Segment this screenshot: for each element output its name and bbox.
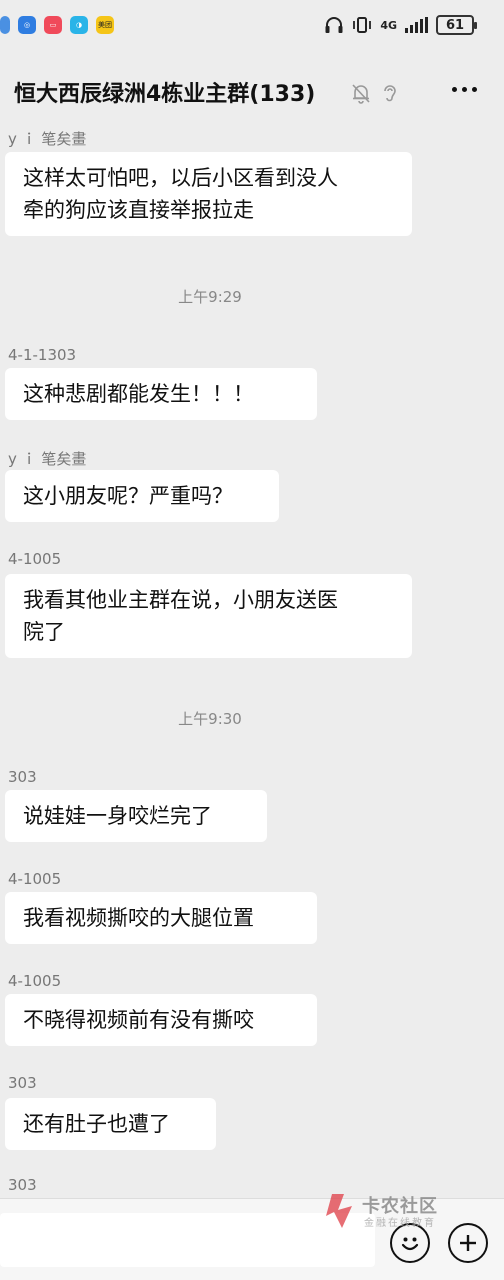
message-text-line: 这小朋友呢？严重吗？ [23,484,233,508]
battery-indicator: 61 [436,15,477,35]
message-sender: 303 [8,768,37,786]
message-bubble[interactable]: 说娃娃一身咬烂完了 [5,790,267,842]
meituan-notification-icon: 美团 [96,16,114,34]
message-text-line: 牵的狗应该直接举报拉走 [23,198,254,222]
message-sender: 4-1005 [8,550,62,568]
message-text-line: 说娃娃一身咬烂完了 [23,804,212,828]
message-bubble[interactable]: 我看其他业主群在说，小朋友送医 院了 [5,574,412,658]
message-sender: 4-1005 [8,870,62,888]
chat-title: 恒大西辰绿洲4栋业主群(133) [14,82,316,107]
watermark-tagline: 金融在线教育 [364,1218,436,1229]
app-notification-icon: ◑ [70,16,88,34]
message-sender: 4-1005 [8,972,62,990]
message-sender: 303 [8,1074,37,1092]
more-options-button[interactable] [448,74,480,104]
earpiece-mode-icon [384,85,396,102]
signal-icon [405,17,428,33]
plus-icon [460,1235,476,1251]
message-list[interactable]: y ｉ 笔矣畫 这样太可怕吧，以后小区看到没人 牵的狗应该直接举报拉走 上午9:… [0,122,504,1200]
message-bubble[interactable]: 我看视频撕咬的大腿位置 [5,892,317,944]
watermark: 卡农社区 金融在线教育 [322,1188,452,1232]
message-text-line: 不晓得视频前有没有撕咬 [23,1008,254,1032]
message-bubble[interactable]: 这种悲剧都能发生！！！ [5,368,317,420]
chat-header: 恒大西辰绿洲4栋业主群(133) [0,62,504,120]
message-sender: 4-1-1303 [8,346,77,364]
message-bubble[interactable]: 这样太可怕吧，以后小区看到没人 牵的狗应该直接举报拉走 [5,152,412,236]
message-text-line: 这样太可怕吧，以后小区看到没人 [23,166,338,190]
status-bar: ◎ ▭ ◑ 美团 4G 61 [0,0,504,56]
vibrate-icon [353,17,372,33]
app-notification-icon: ◎ [18,16,36,34]
message-bubble[interactable]: 还有肚子也遭了 [5,1098,216,1150]
kanong-logo-icon [326,1194,352,1228]
notification-icons: ◎ ▭ ◑ 美团 [0,16,114,34]
system-status: 4G 61 [324,15,477,35]
headphones-icon [325,17,343,33]
message-sender: y ｉ 笔矣畫 [8,130,87,148]
message-input[interactable] [0,1213,375,1267]
app-notification-icon [0,16,10,34]
app-notification-icon: ▭ [44,16,62,34]
message-text-line: 这种悲剧都能发生！！！ [23,382,254,406]
more-functions-button[interactable] [448,1223,488,1263]
message-text-line: 我看视频撕咬的大腿位置 [23,906,254,930]
message-bubble[interactable]: 这小朋友呢？严重吗？ [5,470,279,522]
battery-level: 61 [445,17,465,33]
mute-bell-icon [352,84,370,104]
timestamp: 上午9:29 [178,288,242,306]
network-type: 4G [380,18,397,32]
timestamp: 上午9:30 [178,710,242,728]
smiley-icon [401,1237,419,1251]
message-sender: 303 [8,1176,37,1194]
message-bubble[interactable]: 不晓得视频前有没有撕咬 [5,994,317,1046]
message-text-line: 还有肚子也遭了 [23,1112,170,1136]
message-sender: y ｉ 笔矣畫 [8,450,87,468]
message-text-line: 院了 [23,620,65,644]
message-text-line: 我看其他业主群在说，小朋友送医 [23,588,338,612]
